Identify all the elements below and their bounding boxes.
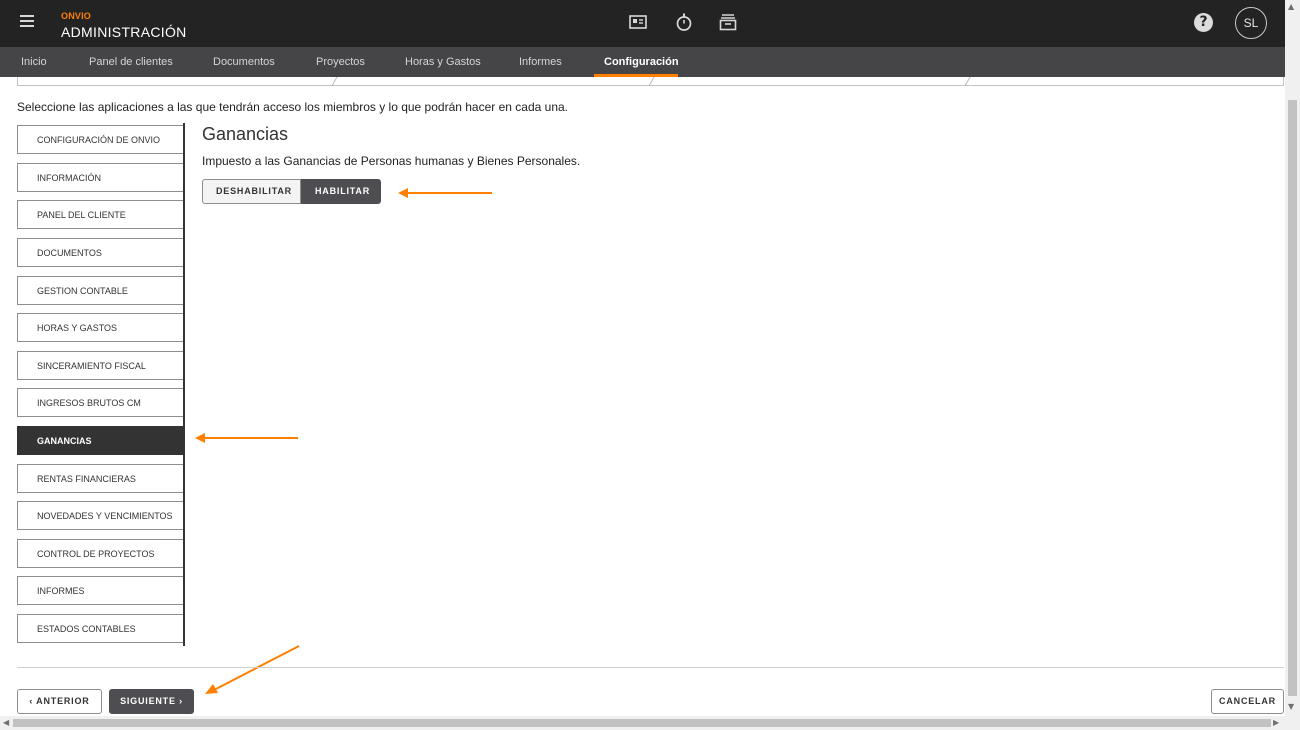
- application-menu: CONFIGURACIÓN DE ONVIO INFORMACIÓN PANEL…: [17, 123, 185, 646]
- horizontal-scroll-thumb[interactable]: [13, 719, 1271, 727]
- nav-item-configuracion[interactable]: Configuración: [604, 56, 679, 68]
- instruction-text: Seleccione las aplicaciones a las que te…: [17, 100, 569, 114]
- annotation-arrow-menu: [195, 433, 298, 443]
- nav-item-inicio[interactable]: Inicio: [21, 56, 47, 68]
- scrollbar-corner: [1285, 716, 1300, 730]
- id-card-icon[interactable]: [628, 12, 648, 32]
- stopwatch-icon[interactable]: [674, 12, 694, 32]
- menu-item-ingresos-brutos-cm[interactable]: INGRESOS BRUTOS CM: [17, 388, 183, 417]
- nav-item-proyectos[interactable]: Proyectos: [316, 56, 365, 68]
- menu-item-horas-y-gastos[interactable]: HORAS Y GASTOS: [17, 313, 183, 342]
- app-header: ONVIO ADMINISTRACIÓN ? SL: [0, 0, 1285, 47]
- menu-item-ganancias[interactable]: GANANCIAS: [17, 426, 183, 455]
- archive-tray-icon[interactable]: [718, 12, 738, 32]
- cancel-button[interactable]: CANCELAR: [1211, 689, 1284, 714]
- menu-divider: [183, 123, 185, 646]
- access-toggle: DESHABILITAR HABILITAR: [202, 179, 381, 204]
- menu-item-documentos[interactable]: DOCUMENTOS: [17, 238, 183, 267]
- chevron-right-icon: ›: [175, 696, 183, 706]
- annotation-arrow-toggle: [398, 188, 492, 198]
- scroll-left-icon[interactable]: ◀: [3, 719, 9, 727]
- scroll-up-icon[interactable]: ▲: [1288, 3, 1294, 11]
- menu-item-informes[interactable]: INFORMES: [17, 576, 183, 605]
- disable-button[interactable]: DESHABILITAR: [202, 179, 301, 204]
- hamburger-menu-icon[interactable]: [20, 15, 34, 29]
- annotation-arrow-next: [205, 645, 300, 694]
- nav-item-informes[interactable]: Informes: [519, 56, 562, 68]
- vertical-scroll-thumb[interactable]: [1288, 100, 1297, 696]
- menu-item-informacion[interactable]: INFORMACIÓN: [17, 163, 183, 192]
- menu-item-rentas-financieras[interactable]: RENTAS FINANCIERAS: [17, 464, 183, 493]
- scroll-right-icon[interactable]: ▶: [1273, 719, 1279, 727]
- menu-item-gestion-contable[interactable]: GESTION CONTABLE: [17, 276, 183, 305]
- menu-item-estados-contables[interactable]: ESTADOS CONTABLES: [17, 614, 183, 643]
- previous-button-label: ANTERIOR: [36, 696, 90, 706]
- nav-item-horas-y-gastos[interactable]: Horas y Gastos: [405, 56, 481, 68]
- menu-item-novedades-y-vencimientos[interactable]: NOVEDADES Y VENCIMIENTOS: [17, 501, 183, 530]
- previous-button[interactable]: ‹ ANTERIOR: [17, 689, 102, 714]
- next-button[interactable]: SIGUIENTE ›: [109, 689, 194, 714]
- menu-item-control-de-proyectos[interactable]: CONTROL DE PROYECTOS: [17, 539, 183, 568]
- brand-logo-text: ONVIO: [61, 11, 92, 21]
- scroll-down-icon[interactable]: ▼: [1288, 703, 1294, 711]
- app-title[interactable]: ADMINISTRACIÓN: [61, 24, 187, 40]
- vertical-scrollbar[interactable]: ▲ ▼: [1285, 0, 1300, 716]
- menu-item-configuracion-de-onvio[interactable]: CONFIGURACIÓN DE ONVIO: [17, 125, 183, 154]
- enable-button[interactable]: HABILITAR: [301, 179, 381, 204]
- menu-item-panel-del-cliente[interactable]: PANEL DEL CLIENTE: [17, 200, 183, 229]
- user-avatar[interactable]: SL: [1235, 7, 1267, 39]
- section-title: Ganancias: [202, 124, 289, 144]
- next-button-label: SIGUIENTE: [120, 696, 176, 706]
- main-navigation: Inicio Panel de clientes Documentos Proy…: [0, 47, 1285, 77]
- menu-item-sinceramiento-fiscal[interactable]: SINCERAMIENTO FISCAL: [17, 351, 183, 380]
- nav-item-panel-de-clientes[interactable]: Panel de clientes: [89, 56, 173, 68]
- footer-divider: [17, 667, 1284, 668]
- horizontal-scrollbar[interactable]: ◀ ▶: [0, 716, 1285, 730]
- section-description: Impuesto a las Ganancias de Personas hum…: [202, 154, 581, 168]
- nav-item-documentos[interactable]: Documentos: [213, 56, 275, 68]
- help-icon[interactable]: ?: [1194, 13, 1213, 32]
